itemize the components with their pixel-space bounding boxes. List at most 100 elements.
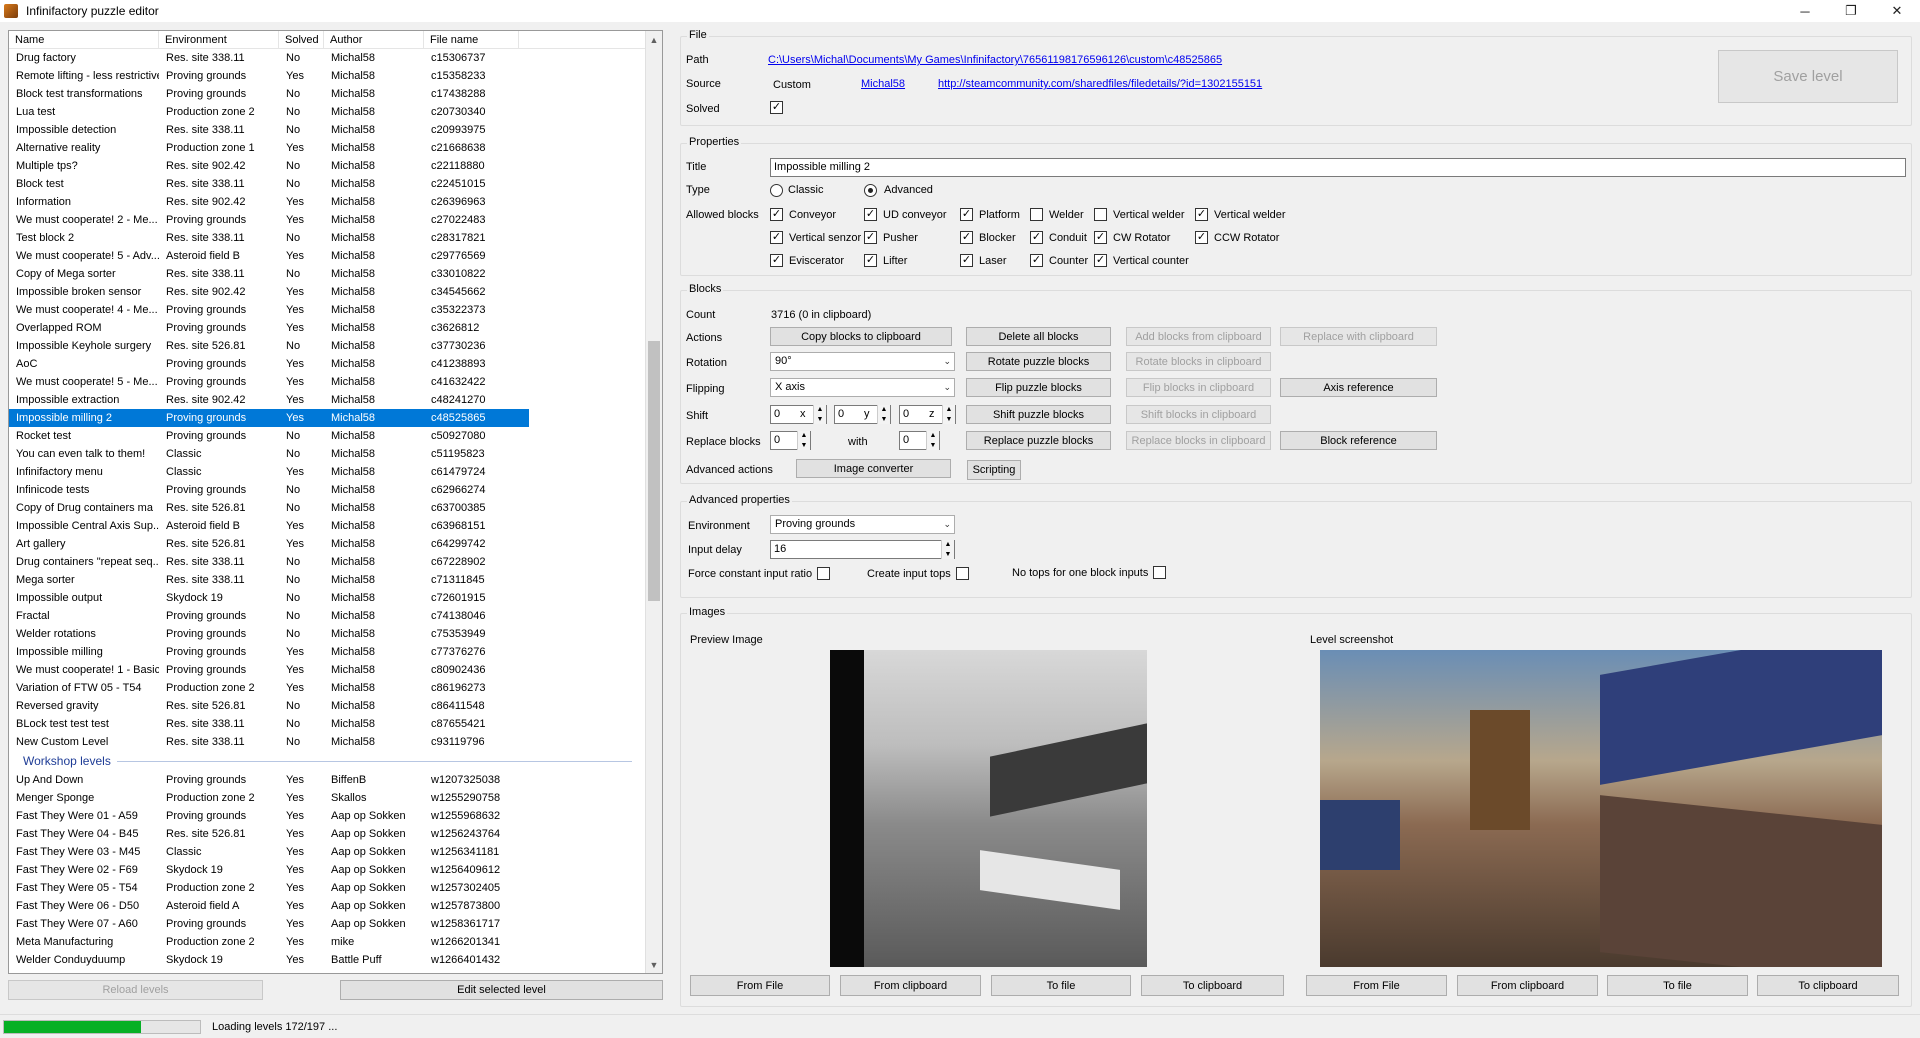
preview-from-clipboard-button[interactable]: From clipboard [840, 975, 981, 996]
block-checkbox[interactable]: ✓ [960, 208, 973, 221]
maximize-button[interactable]: ❐ [1828, 0, 1874, 22]
column-environment[interactable]: Environment [159, 31, 279, 48]
type-advanced-radio[interactable] [864, 184, 877, 197]
scroll-up-icon[interactable]: ▲ [646, 31, 662, 48]
table-row[interactable]: Infinifactory menu Classic Yes Michal58 c614… [9, 463, 662, 481]
environment-select[interactable]: Proving grounds ⌄ [770, 515, 955, 534]
table-row[interactable]: Fast They Were 06 - D50 Asteroid field A Y… [9, 897, 662, 915]
table-row[interactable]: Impossible milling Proving grounds Yes Mich… [9, 643, 662, 661]
block-checkbox[interactable]: ✓ [1094, 254, 1107, 267]
reload-levels-button[interactable]: Reload levels [8, 980, 263, 1000]
screenshot-to-file-button[interactable]: To file [1607, 975, 1748, 996]
table-row[interactable]: Fast They Were 05 - T54 Production zone 2… [9, 879, 662, 897]
block-checkbox[interactable] [1030, 208, 1043, 221]
screenshot-from-file-button[interactable]: From File [1306, 975, 1447, 996]
table-row[interactable]: Reversed gravity Res. site 526.81 No Michal… [9, 697, 662, 715]
table-row[interactable]: We must cooperate! 4 - Me... Proving grou… [9, 301, 662, 319]
title-input[interactable]: Impossible milling 2 [770, 158, 1906, 177]
edit-selected-level-button[interactable]: Edit selected level [340, 980, 663, 1000]
table-row[interactable]: Impossible Keyhole surgery Res. site 526.… [9, 337, 662, 355]
table-row[interactable]: We must cooperate! 2 - Me... Proving grou… [9, 211, 662, 229]
table-row[interactable]: Welder rotations Proving grounds No Michal5… [9, 625, 662, 643]
block-checkbox[interactable]: ✓ [770, 231, 783, 244]
table-row[interactable]: Welder Conduyduump Skydock 19 Yes Battle Pu… [9, 951, 662, 969]
create-tops-checkbox[interactable] [956, 567, 969, 580]
block-checkbox[interactable]: ✓ [1195, 231, 1208, 244]
flipping-select[interactable]: X axis ⌄ [770, 378, 955, 397]
table-row[interactable]: You can even talk to them! Classic No Micha… [9, 445, 662, 463]
column-file-name[interactable]: File name [424, 31, 519, 48]
table-row[interactable]: Drug factory Res. site 338.11 No Michal58 c1… [9, 49, 662, 67]
table-row[interactable]: Impossible extraction Res. site 902.42 Yes… [9, 391, 662, 409]
table-row[interactable]: Impossible broken sensor Res. site 902.42… [9, 283, 662, 301]
block-checkbox[interactable]: ✓ [864, 231, 877, 244]
close-button[interactable]: ✕ [1874, 0, 1920, 22]
level-list[interactable]: Name Environment Solved Author File name… [8, 30, 663, 974]
table-row[interactable]: Fractal Proving grounds No Michal58 c7413804… [9, 607, 662, 625]
author-link[interactable]: Michal58 [861, 78, 905, 90]
scripting-button[interactable]: Scripting [967, 460, 1021, 480]
no-tops-checkbox[interactable] [1153, 566, 1166, 579]
table-row[interactable]: BLock test test test Res. site 338.11 No Mi… [9, 715, 662, 733]
column-name[interactable]: Name [9, 31, 159, 48]
column-solved[interactable]: Solved [279, 31, 324, 48]
input-delay-spinner[interactable]: ▲ ▼ [941, 540, 954, 559]
block-checkbox[interactable]: ✓ [770, 254, 783, 267]
table-row[interactable]: Fast They Were 02 - F69 Skydock 19 Yes Aap … [9, 861, 662, 879]
table-row[interactable]: New Custom Level Res. site 338.11 No Michal… [9, 733, 662, 751]
table-row[interactable]: Multiple tps? Res. site 902.42 No Michal58 c… [9, 157, 662, 175]
workshop-group-header[interactable]: Workshop levels [9, 751, 662, 771]
flip-puzzle-blocks-button[interactable]: Flip puzzle blocks [966, 378, 1111, 397]
screenshot-from-clipboard-button[interactable]: From clipboard [1457, 975, 1598, 996]
table-row[interactable]: Menger Sponge Production zone 2 Yes Skallos… [9, 789, 662, 807]
force-ratio-checkbox[interactable] [817, 567, 830, 580]
copy-blocks-button[interactable]: Copy blocks to clipboard [770, 327, 952, 346]
replace-to-spinner[interactable]: ▲ ▼ [926, 431, 939, 450]
add-from-clipboard-button[interactable]: Add blocks from clipboard [1126, 327, 1271, 346]
block-checkbox[interactable]: ✓ [960, 231, 973, 244]
table-row[interactable]: Fast They Were 01 - A59 Proving grounds Ye… [9, 807, 662, 825]
block-checkbox[interactable] [1094, 208, 1107, 221]
replace-puzzle-blocks-button[interactable]: Replace puzzle blocks [966, 431, 1111, 450]
block-checkbox[interactable]: ✓ [1030, 254, 1043, 267]
table-row[interactable]: We must cooperate! 1 - Basic Proving grou… [9, 661, 662, 679]
rotate-clipboard-button[interactable]: Rotate blocks in clipboard [1126, 352, 1271, 371]
table-row[interactable]: Impossible output Skydock 19 No Michal58 c72… [9, 589, 662, 607]
table-row[interactable]: Copy of Mega sorter Res. site 338.11 No Mic… [9, 265, 662, 283]
table-row[interactable]: Meta Manufacturing Production zone 2 Yes mi… [9, 933, 662, 951]
minimize-button[interactable]: ─ [1782, 0, 1828, 22]
screenshot-to-clipboard-button[interactable]: To clipboard [1757, 975, 1899, 996]
shift-y-spinner[interactable]: ▲ ▼ [877, 405, 890, 424]
table-row[interactable]: Test block 2 Res. site 338.11 No Michal58 c2… [9, 229, 662, 247]
table-row[interactable]: Overlapped ROM Proving grounds Yes Michal58… [9, 319, 662, 337]
table-row[interactable]: Copy of Drug containers ma Res. site 526.… [9, 499, 662, 517]
table-row[interactable]: Variation of FTW 05 - T54 Production zone… [9, 679, 662, 697]
table-row[interactable]: We must cooperate! 5 - Adv... Asteroid fi… [9, 247, 662, 265]
table-row[interactable]: Infinicode tests Proving grounds No Michal5… [9, 481, 662, 499]
block-reference-button[interactable]: Block reference [1280, 431, 1437, 450]
block-checkbox[interactable]: ✓ [960, 254, 973, 267]
shift-clipboard-button[interactable]: Shift blocks in clipboard [1126, 405, 1271, 424]
type-classic-radio[interactable] [770, 184, 783, 197]
scroll-thumb[interactable] [648, 341, 660, 601]
delete-all-blocks-button[interactable]: Delete all blocks [966, 327, 1111, 346]
replace-from-spinner[interactable]: ▲ ▼ [797, 431, 810, 450]
table-row[interactable]: Mega sorter Res. site 338.11 No Michal58 c71… [9, 571, 662, 589]
list-scrollbar[interactable]: ▲ ▼ [645, 31, 662, 973]
path-link[interactable]: C:\Users\Michal\Documents\My Games\Infin… [768, 54, 1222, 66]
input-delay-input[interactable]: 16 [770, 540, 955, 559]
axis-reference-button[interactable]: Axis reference [1280, 378, 1437, 397]
block-checkbox[interactable]: ✓ [770, 208, 783, 221]
table-row[interactable]: We must cooperate! 5 - Me... Proving grou… [9, 373, 662, 391]
shift-x-spinner[interactable]: ▲ ▼ [813, 405, 826, 424]
column-author[interactable]: Author [324, 31, 424, 48]
table-row[interactable]: AoC Proving grounds Yes Michal58 c41238893 [9, 355, 662, 373]
table-row[interactable]: Fast They Were 04 - B45 Res. site 526.81 Y… [9, 825, 662, 843]
preview-from-file-button[interactable]: From File [690, 975, 830, 996]
workshop-url-link[interactable]: http://steamcommunity.com/sharedfiles/fi… [938, 78, 1262, 90]
preview-to-file-button[interactable]: To file [991, 975, 1131, 996]
block-checkbox[interactable]: ✓ [864, 254, 877, 267]
table-row[interactable]: Block test transformations Proving ground… [9, 85, 662, 103]
save-level-button[interactable]: Save level [1718, 50, 1898, 103]
table-row[interactable]: Block test Res. site 338.11 No Michal58 c224… [9, 175, 662, 193]
